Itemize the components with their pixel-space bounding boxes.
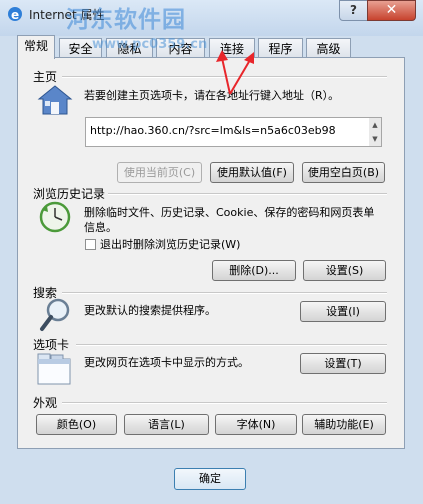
use-blank-button[interactable]: 使用空白页(B) (302, 162, 385, 183)
use-default-button[interactable]: 使用默认值(F) (210, 162, 294, 183)
tabs-separator (76, 344, 387, 346)
tabs-section-label: 选项卡 (33, 338, 70, 352)
internet-explorer-icon: e (8, 7, 22, 22)
delete-on-exit-label: 退出时删除浏览历史记录(W) (100, 238, 241, 251)
use-current-button[interactable]: 使用当前页(C) (117, 162, 202, 183)
home-section-label: 主页 (33, 70, 58, 84)
appearance-section-label: 外观 (33, 396, 58, 410)
ok-button[interactable]: 确定 (174, 468, 246, 490)
tabs-description: 更改网页在选项卡中显示的方式。 (84, 356, 249, 369)
help-button[interactable]: ? (339, 0, 368, 21)
home-address-textarea[interactable]: http://hao.360.cn/?src=lm&ls=n5a6c03eb98… (85, 117, 382, 147)
tab-general[interactable]: 常规 (17, 35, 55, 59)
annotation-arrows (216, 50, 254, 95)
scroll-up-icon[interactable]: ▲ (369, 118, 381, 132)
tabs-settings-button[interactable]: 设置(T) (300, 353, 386, 374)
search-description: 更改默认的搜索提供程序。 (84, 304, 216, 317)
close-button[interactable]: ✕ (367, 0, 416, 21)
accessibility-button[interactable]: 辅助功能(E) (302, 414, 386, 435)
fonts-button[interactable]: 字体(N) (215, 414, 297, 435)
svg-text:e: e (11, 8, 19, 22)
general-panel (17, 57, 405, 449)
home-address-value: http://hao.360.cn/?src=lm&ls=n5a6c03eb98 (90, 124, 336, 137)
history-description: 删除临时文件、历史记录、Cookie、保存的密码和网页表单信息。 (84, 206, 375, 234)
delete-history-button[interactable]: 删除(D)... (212, 260, 296, 281)
history-separator (108, 193, 387, 195)
watermark-url: www.pc0359.cn (92, 37, 208, 52)
tabs-window-icon (37, 353, 71, 385)
title-bar: e Internet 属性 河东软件园 ? ✕ (0, 0, 423, 36)
tab-advanced[interactable]: 高级 (306, 38, 351, 58)
history-settings-button[interactable]: 设置(S) (303, 260, 386, 281)
scroll-down-icon[interactable]: ▼ (369, 132, 381, 146)
delete-on-exit-checkbox[interactable] (85, 239, 96, 250)
watermark-text: 河东软件园 (66, 7, 186, 33)
colors-button[interactable]: 颜色(O) (36, 414, 117, 435)
search-icon (40, 298, 70, 331)
search-settings-button[interactable]: 设置(I) (300, 301, 386, 322)
search-separator (62, 292, 387, 294)
home-icon (37, 85, 73, 115)
languages-button[interactable]: 语言(L) (124, 414, 209, 435)
appearance-separator (62, 402, 387, 404)
history-clock-icon (39, 201, 71, 233)
